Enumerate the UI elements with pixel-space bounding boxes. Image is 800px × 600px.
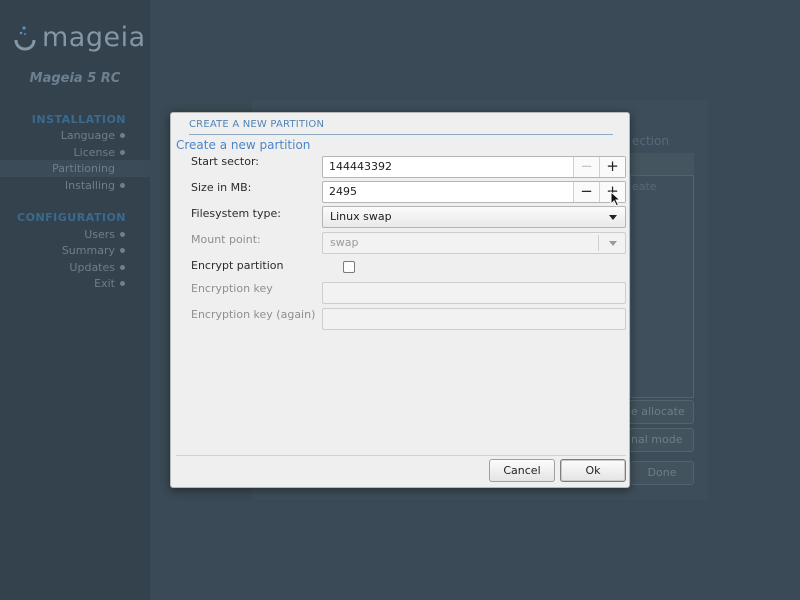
start-sector-label: Start sector:: [191, 155, 259, 168]
mageia-logo: mageia: [12, 18, 147, 58]
start-sector-decrement-button[interactable]: −: [573, 157, 599, 177]
nav-dot: [120, 281, 125, 286]
nav-dot: [120, 265, 125, 270]
normal-mode-button: nal mode: [624, 428, 694, 452]
nav-item-language: Language: [60, 129, 115, 142]
nav-dot: [120, 150, 125, 155]
size-mb-spinbox[interactable]: 2495 − +: [322, 181, 626, 203]
filesystem-type-select[interactable]: Linux swap: [322, 206, 626, 228]
background-list-header: [630, 153, 694, 176]
encryption-key-label: Encryption key: [191, 282, 273, 295]
mount-point-value: swap: [330, 236, 359, 249]
nav-item-exit: Exit: [94, 277, 115, 290]
logo-text: mageia: [42, 22, 146, 53]
section-title-installation: INSTALLATION: [31, 113, 126, 126]
cancel-button[interactable]: Cancel: [489, 459, 555, 482]
encryption-key-again-label: Encryption key (again): [191, 308, 316, 321]
dialog-footer-divider: [176, 455, 626, 456]
size-mb-value: 2495: [329, 185, 357, 198]
nav-item-summary: Summary: [61, 244, 115, 257]
filesystem-type-label: Filesystem type:: [191, 207, 281, 220]
size-mb-label: Size in MB:: [191, 181, 252, 194]
encryption-key-again-input[interactable]: [322, 308, 626, 330]
done-button: Done: [630, 461, 694, 485]
nav-item-updates: Updates: [69, 261, 115, 274]
section-title-configuration: CONFIGURATION: [17, 211, 126, 224]
chevron-down-icon: [609, 241, 617, 246]
combo-separator: [598, 235, 599, 251]
nav-dot: [120, 183, 125, 188]
start-sector-value: 144443392: [329, 160, 392, 173]
version-label: Mageia 5 RC: [29, 71, 121, 86]
nav-item-users: Users: [84, 228, 115, 241]
nav-item-partitioning: Partitioning: [52, 162, 115, 175]
filesystem-type-value: Linux swap: [330, 210, 392, 223]
create-partition-dialog: CREATE A NEW PARTITION Create a new part…: [170, 112, 630, 488]
nav-current-arrow: [140, 160, 150, 176]
sidebar: mageia Mageia 5 RC INSTALLATION Language…: [0, 0, 150, 600]
nav-dot: [120, 232, 125, 237]
background-title: ection: [632, 134, 669, 148]
chevron-down-icon: [609, 215, 617, 220]
nav-item-installing: Installing: [64, 179, 115, 192]
encrypt-partition-checkbox[interactable]: [343, 261, 355, 273]
mount-point-combo[interactable]: swap: [322, 232, 626, 254]
background-list-row: eate: [632, 180, 657, 193]
nav-item-license: License: [73, 146, 115, 159]
start-sector-spinbox[interactable]: 144443392 − +: [322, 156, 626, 178]
encrypt-partition-label: Encrypt partition: [191, 259, 284, 272]
dialog-subtitle: Create a new partition: [176, 138, 311, 152]
encryption-key-input[interactable]: [322, 282, 626, 304]
dialog-header-divider: [189, 134, 613, 135]
start-sector-increment-button[interactable]: +: [599, 157, 625, 177]
nav-dot: [120, 133, 125, 138]
nav-dot: [120, 248, 125, 253]
size-mb-decrement-button[interactable]: −: [573, 182, 599, 202]
mouse-pointer-icon: [610, 191, 622, 207]
dialog-header: CREATE A NEW PARTITION: [189, 119, 325, 130]
auto-allocate-button: e allocate: [624, 400, 694, 424]
mageia-logo-icon: [14, 26, 36, 51]
ok-button[interactable]: Ok: [560, 459, 626, 482]
mount-point-label: Mount point:: [191, 233, 261, 246]
